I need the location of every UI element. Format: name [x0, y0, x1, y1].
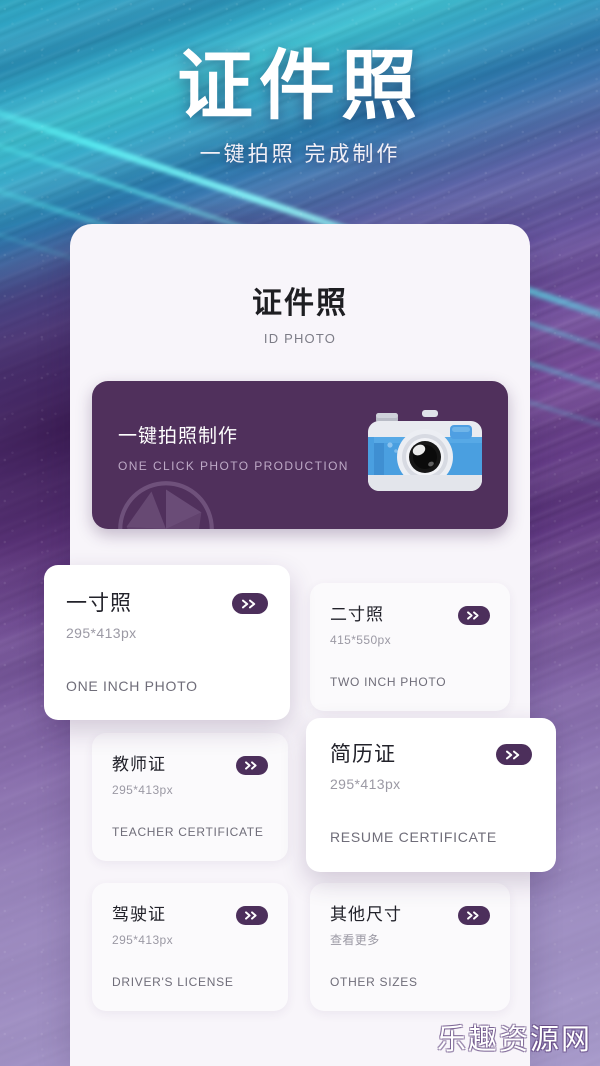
double-chevron-right-icon[interactable]: [496, 744, 532, 765]
tile-size: 295*413px: [66, 625, 137, 641]
page-subtitle: ID PHOTO: [263, 331, 337, 346]
size-tile-other-sizes[interactable]: 其他尺寸 查看更多 OTHER SIZES: [310, 883, 510, 1011]
tile-name-cn: 二寸照: [330, 605, 384, 624]
site-watermark: 乐趣资源网: [436, 1024, 592, 1056]
tile-size: 295*413px: [112, 783, 173, 797]
tile-name-cn: 其他尺寸: [330, 905, 402, 924]
tile-name-en: ONE INCH PHOTO: [66, 678, 198, 694]
tile-name-cn: 一寸照: [66, 592, 132, 615]
banner-title: 一键拍照制作: [118, 426, 239, 447]
panel-header: 证件照 ID PHOTO: [70, 224, 530, 347]
size-tile-two-inch-photo[interactable]: 二寸照 415*550px TWO INCH PHOTO: [310, 583, 510, 711]
tile-name-en: DRIVER'S LICENSE: [112, 975, 234, 989]
banner-text-block: 一键拍照制作 ONE CLICK PHOTO PRODUCTION: [118, 425, 349, 474]
tile-size: 295*413px: [112, 933, 173, 947]
double-chevron-right-icon[interactable]: [236, 756, 268, 775]
tile-name-en: OTHER SIZES: [330, 975, 418, 989]
page-title: 证件照: [252, 287, 348, 320]
tile-size: 295*413px: [330, 776, 401, 792]
hero-header: 证件照 一键拍照 完成制作: [0, 0, 600, 224]
tile-name-en: TEACHER CERTIFICATE: [112, 825, 264, 839]
size-tile-one-inch-photo[interactable]: 一寸照 295*413px ONE INCH PHOTO: [44, 565, 290, 720]
tile-size: 415*550px: [330, 633, 391, 647]
aperture-icon: [118, 481, 214, 529]
hero-subtitle: 一键拍照 完成制作: [199, 143, 401, 166]
tile-name-cn: 教师证: [112, 755, 166, 774]
size-tile-teacher-certificate[interactable]: 教师证 295*413px TEACHER CERTIFICATE: [92, 733, 288, 861]
size-tile-drivers-license[interactable]: 驾驶证 295*413px DRIVER'S LICENSE: [92, 883, 288, 1011]
one-click-photo-banner[interactable]: 一键拍照制作 ONE CLICK PHOTO PRODUCTION: [92, 381, 508, 529]
double-chevron-right-icon[interactable]: [458, 906, 490, 925]
double-chevron-right-icon[interactable]: [458, 606, 490, 625]
tile-size: 查看更多: [330, 933, 380, 947]
size-tile-resume-certificate[interactable]: 简历证 295*413px RESUME CERTIFICATE: [306, 718, 556, 872]
tile-name-cn: 驾驶证: [112, 905, 166, 924]
hero-title: 证件照: [177, 44, 423, 129]
tile-name-en: TWO INCH PHOTO: [330, 675, 447, 689]
camera-illustration: [368, 410, 482, 491]
tile-name-cn: 简历证: [330, 743, 396, 766]
app-screen: 证件照 一键拍照 完成制作 证件照 ID PHOTO 一键拍照制作 ONE CL…: [0, 0, 600, 1066]
double-chevron-right-icon[interactable]: [236, 906, 268, 925]
banner-subtitle: ONE CLICK PHOTO PRODUCTION: [118, 459, 349, 473]
double-chevron-right-icon[interactable]: [232, 593, 268, 614]
tile-name-en: RESUME CERTIFICATE: [330, 829, 497, 845]
